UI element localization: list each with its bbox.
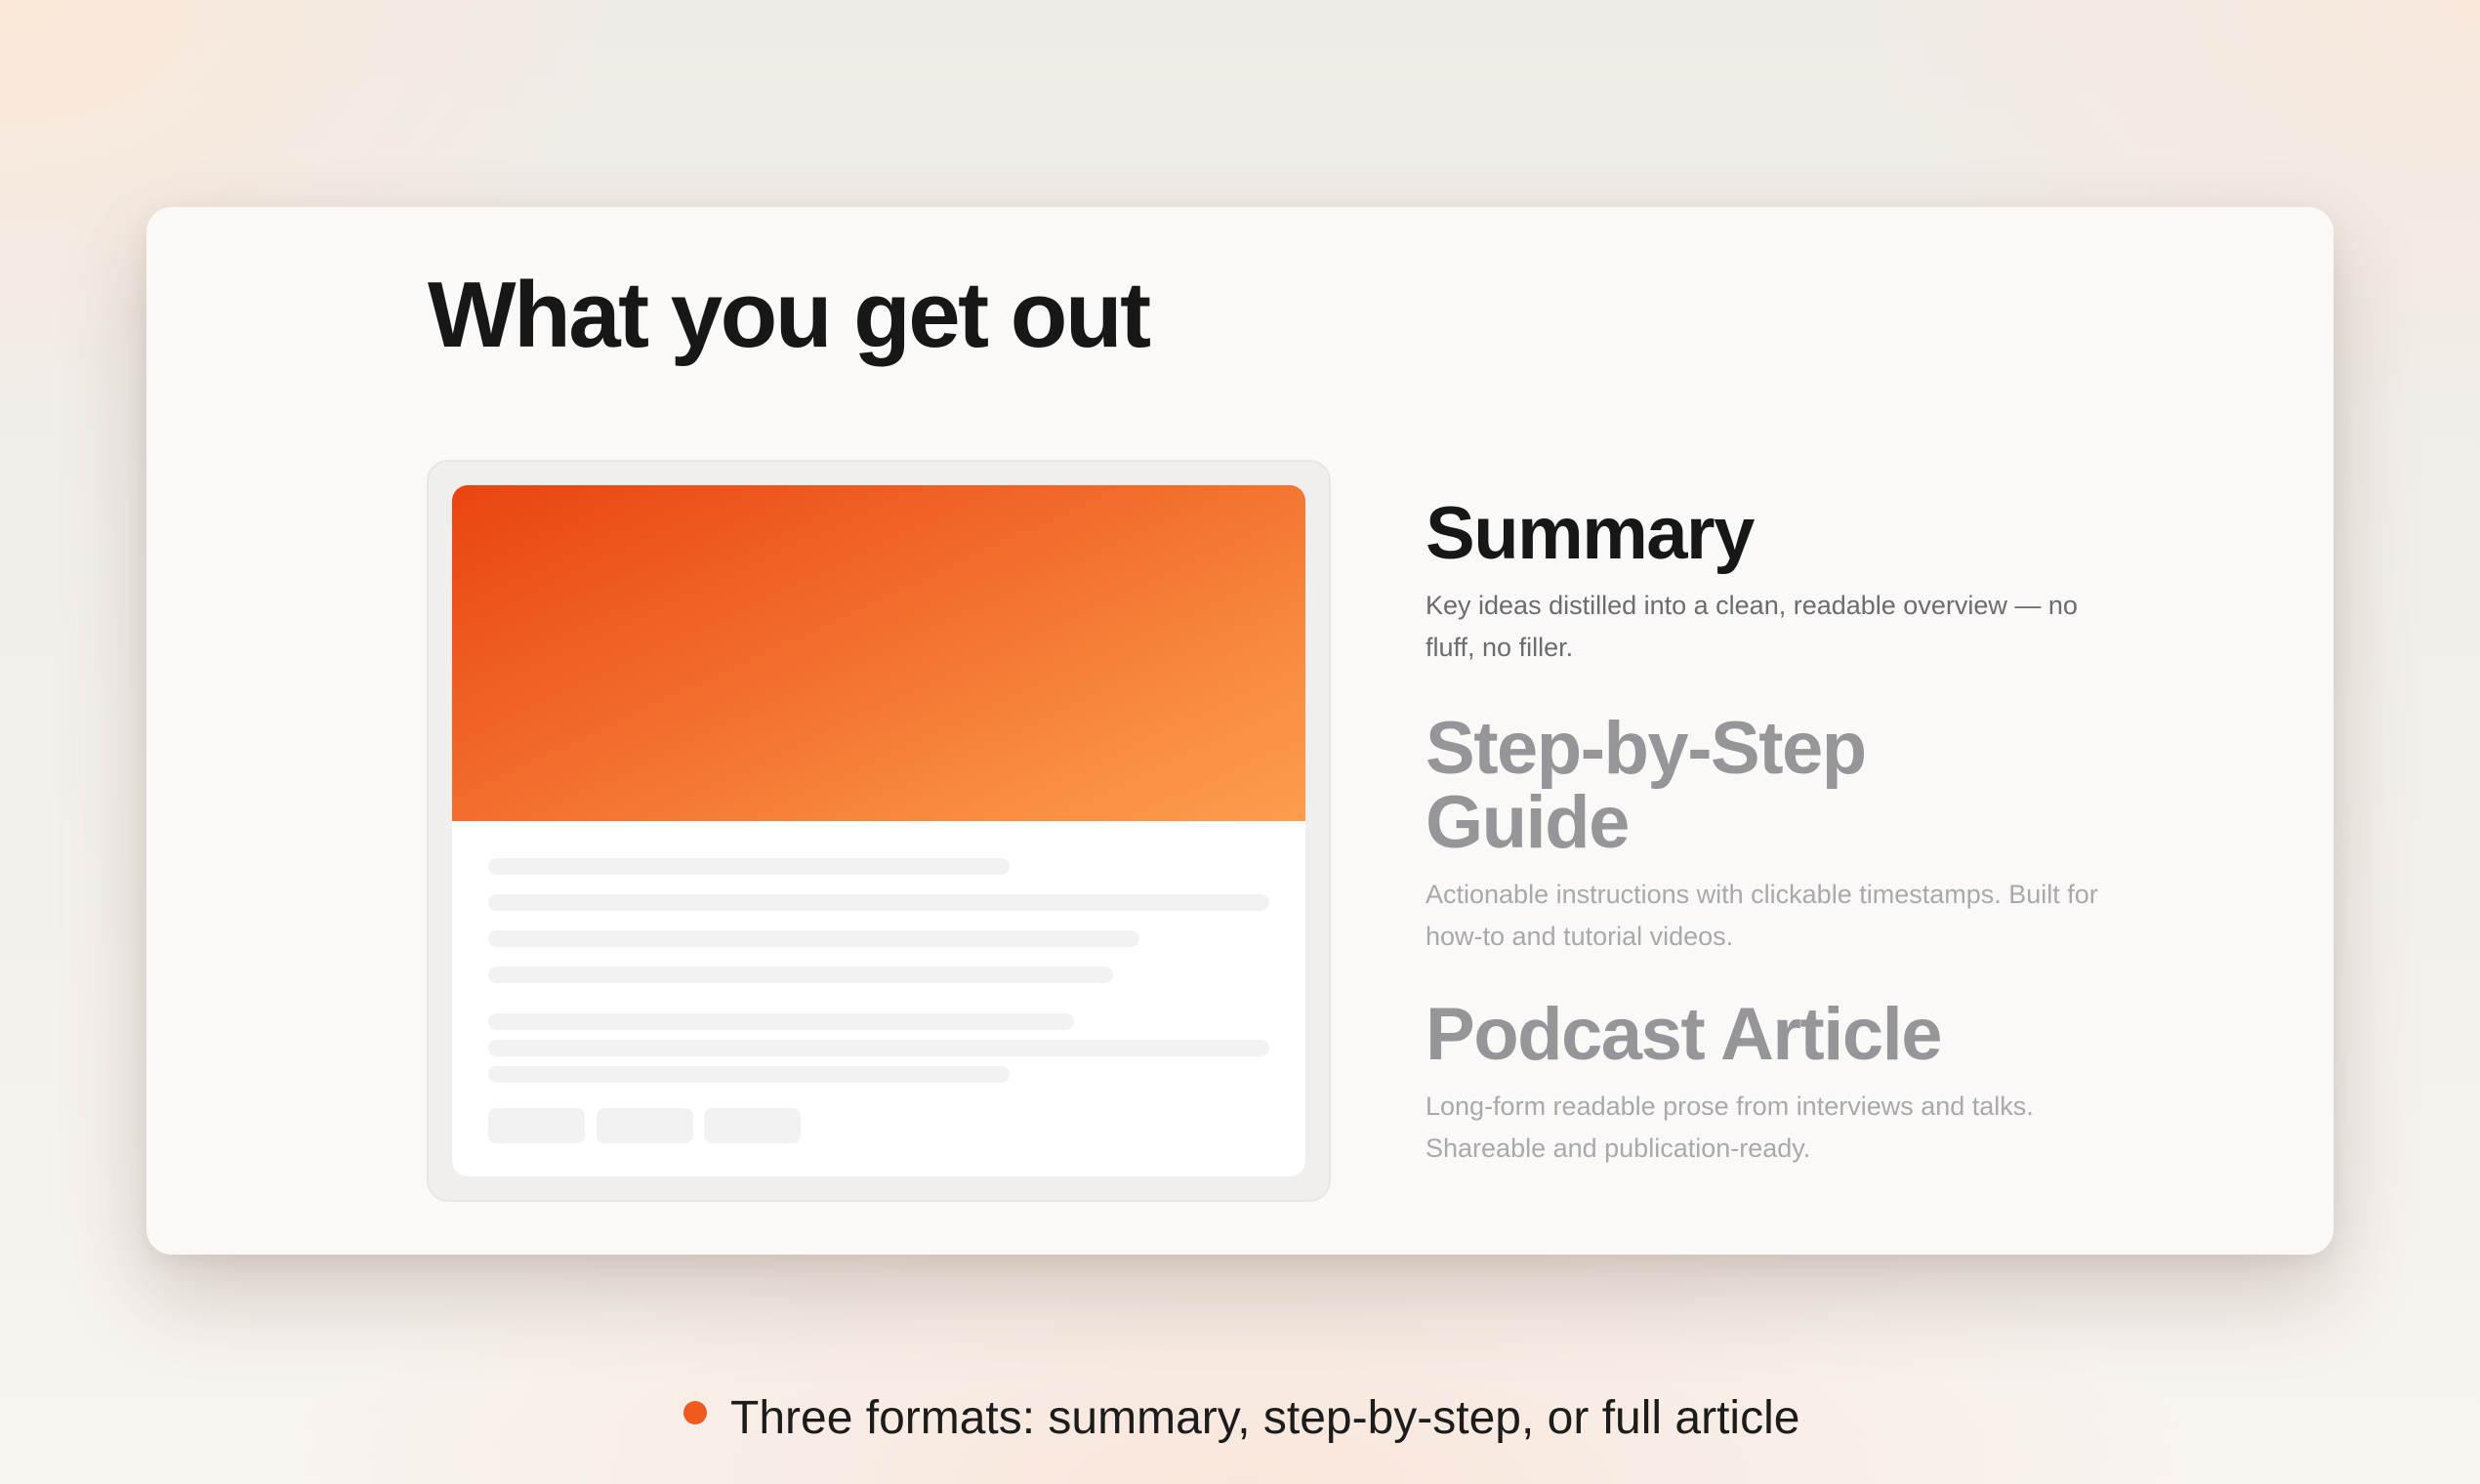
format-description: Key ideas distilled into a clean, readab… [1426, 591, 2078, 662]
skeleton-line [488, 894, 1269, 911]
skeleton-line [488, 858, 1010, 875]
format-description: Long-form readable prose from interviews… [1426, 1092, 2034, 1163]
format-title: Podcast Article [1426, 993, 1942, 1076]
format-description: Actionable instructions with clickable t… [1426, 880, 2098, 951]
skeleton-line [488, 1066, 1010, 1083]
caption-text: Three formats: summary, step-by-step, or… [730, 1392, 1800, 1444]
caption: Three formats: summary, step-by-step, or… [683, 1384, 1855, 1453]
skeleton-tag [488, 1108, 585, 1143]
skeleton-tag [597, 1108, 693, 1143]
skeleton-line [488, 930, 1139, 947]
format-summary[interactable]: Summary Key ideas distilled into a clean… [1426, 497, 2129, 669]
preview-hero-image [452, 485, 1305, 821]
skeleton-line [488, 1040, 1269, 1056]
skeleton-line [488, 1013, 1074, 1030]
format-title: Summary [1426, 492, 1755, 575]
document-preview [452, 485, 1305, 1176]
format-podcast-article[interactable]: Podcast Article Long-form readable prose… [1426, 998, 2129, 1170]
skeleton-tag [704, 1108, 801, 1143]
document-preview-frame [427, 460, 1331, 1202]
format-title: Step-by-Step Guide [1426, 707, 1867, 864]
bullet-dot-icon [683, 1401, 707, 1424]
page-title: What you get out [428, 263, 1151, 367]
format-step-by-step-guide[interactable]: Step-by-Step Guide Actionable instructio… [1426, 712, 2129, 958]
skeleton-line [488, 967, 1113, 983]
